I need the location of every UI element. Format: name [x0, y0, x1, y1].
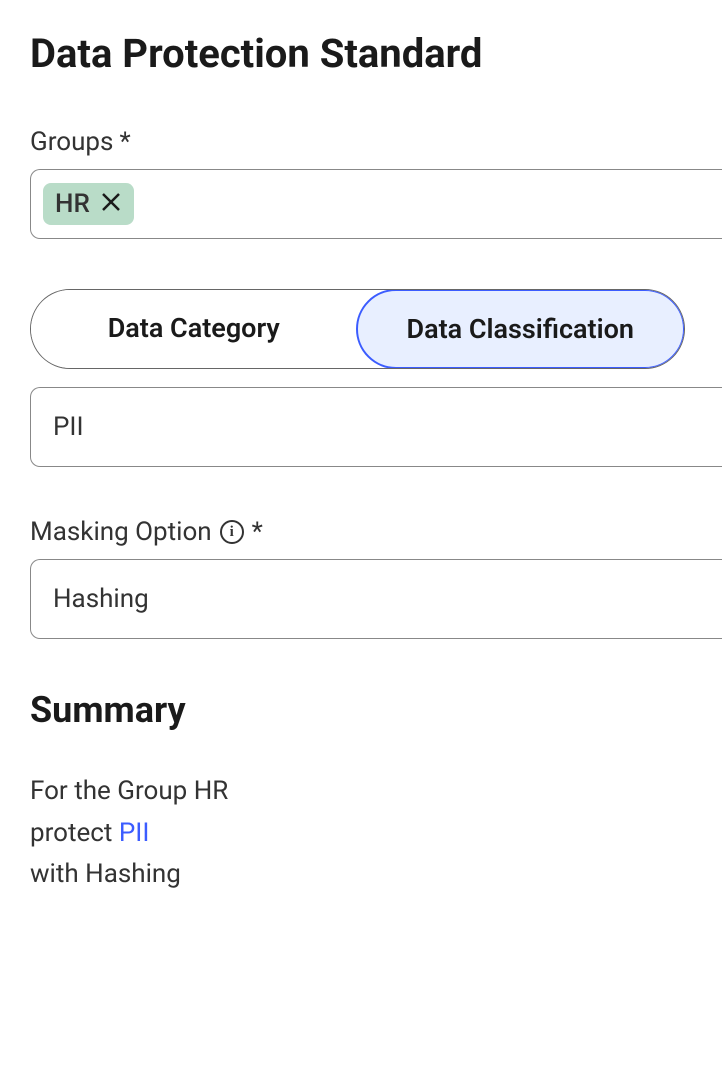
- masking-label: Masking Option i *: [30, 517, 722, 547]
- summary-title: Summary: [30, 689, 722, 731]
- page-title: Data Protection Standard: [30, 30, 722, 77]
- category-classification-toggle: Data Category Data Classification: [30, 289, 685, 369]
- masking-label-text: Masking Option: [30, 517, 212, 547]
- summary-group-value: HR: [194, 776, 229, 806]
- summary-line-group: For the Group HR: [30, 771, 722, 813]
- tab-data-category[interactable]: Data Category: [31, 290, 357, 368]
- summary-with-prefix: with: [30, 859, 85, 889]
- close-icon[interactable]: [100, 190, 122, 218]
- group-chip-hr: HR: [43, 183, 134, 225]
- classification-select[interactable]: PII: [30, 387, 722, 467]
- masking-select[interactable]: Hashing: [30, 559, 722, 639]
- chip-text: HR: [55, 189, 90, 219]
- summary-line-with: with Hashing: [30, 854, 722, 896]
- summary-protect-prefix: protect: [30, 818, 119, 848]
- groups-input[interactable]: HR: [30, 169, 722, 239]
- summary-protect-value[interactable]: PII: [119, 818, 150, 848]
- summary-group-prefix: For the Group: [30, 776, 194, 806]
- groups-label: Groups *: [30, 127, 722, 157]
- groups-label-text: Groups: [30, 127, 113, 157]
- summary-with-value: Hashing: [85, 859, 181, 889]
- required-asterisk: *: [252, 517, 263, 547]
- required-asterisk: *: [119, 127, 130, 157]
- summary-line-protect: protect PII: [30, 813, 722, 855]
- tab-data-classification[interactable]: Data Classification: [356, 289, 686, 369]
- info-icon[interactable]: i: [220, 520, 244, 544]
